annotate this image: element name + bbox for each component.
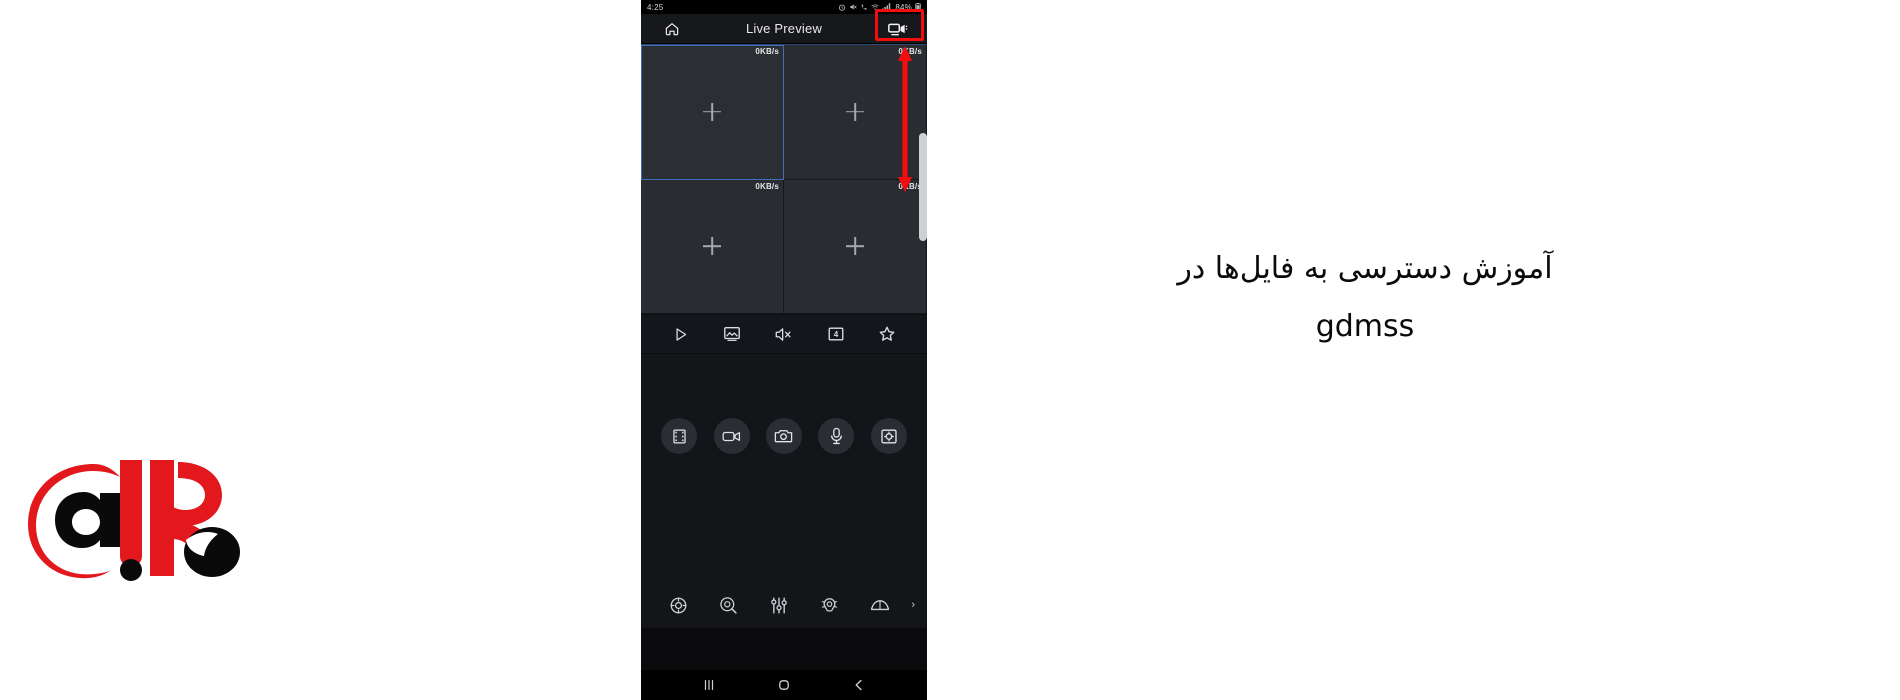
signal-icon xyxy=(882,3,891,11)
adjust-button[interactable] xyxy=(754,590,804,620)
back-button[interactable] xyxy=(844,670,874,700)
wifi-icon xyxy=(871,4,879,10)
zoom-focus-icon xyxy=(720,596,737,614)
playback-button[interactable] xyxy=(661,418,698,454)
mute-button[interactable] xyxy=(767,317,801,351)
battery-percent-label: 84% xyxy=(895,2,912,12)
camera-snapshot-icon xyxy=(775,430,793,443)
play-icon xyxy=(676,327,687,341)
video-cell-grid: 0KB/s 0KB/s 0KB/s 0KB/s xyxy=(641,45,927,314)
alarm-icon xyxy=(839,4,846,11)
filmstrip-icon xyxy=(673,428,686,444)
phone-screenshot: 4:25 84% Live Preview 0KB/s 0KB/s 0KB/s … xyxy=(641,0,927,700)
favorite-button[interactable] xyxy=(870,317,904,351)
home-circle-icon xyxy=(779,680,789,690)
control-panel: › xyxy=(641,354,927,628)
ptz-button[interactable] xyxy=(653,590,703,620)
record-view-button[interactable] xyxy=(881,14,915,44)
status-bar: 4:25 84% xyxy=(641,0,927,14)
caption-block: آموزش دسترسی به فایل‌ها در gdmss xyxy=(980,240,1750,356)
caption-line-1: آموزش دسترسی به فایل‌ها در xyxy=(1177,251,1553,286)
video-cell[interactable]: 0KB/s xyxy=(784,179,927,314)
microphone-icon xyxy=(830,427,842,445)
sliders-icon xyxy=(771,596,787,614)
image-settings-button[interactable] xyxy=(870,418,907,454)
preview-toolbar: 4 xyxy=(641,314,927,354)
record-button[interactable] xyxy=(713,418,750,454)
image-settings-icon xyxy=(881,428,897,444)
status-icon-group: 84% xyxy=(838,2,921,12)
add-channel-icon[interactable] xyxy=(703,103,721,121)
play-button[interactable] xyxy=(664,317,698,351)
wiper-button[interactable] xyxy=(855,590,905,620)
split-count-label: 4 xyxy=(833,330,838,339)
add-channel-icon[interactable] xyxy=(846,103,864,121)
ptz-dial-icon xyxy=(670,597,687,613)
light-button[interactable] xyxy=(804,590,854,620)
camcorder-icon xyxy=(888,23,908,36)
snapshot-button[interactable] xyxy=(765,418,802,454)
bitrate-label: 0KB/s xyxy=(755,181,779,191)
video-record-icon xyxy=(722,431,741,441)
wiper-icon xyxy=(870,599,889,610)
live-preview-grid: 0KB/s 0KB/s 0KB/s 0KB/s xyxy=(641,44,927,314)
caption-line-2: gdmss xyxy=(1315,309,1415,344)
talk-button[interactable] xyxy=(818,418,855,454)
call-icon xyxy=(861,4,868,10)
home-button[interactable] xyxy=(655,14,689,44)
add-channel-icon[interactable] xyxy=(703,237,721,255)
add-channel-icon[interactable] xyxy=(846,237,864,255)
page-title: Live Preview xyxy=(745,21,823,36)
app-title-bar: Live Preview xyxy=(641,14,927,44)
mute-icon xyxy=(850,4,857,10)
video-cell[interactable]: 0KB/s xyxy=(641,45,784,180)
favorite-star-icon xyxy=(879,326,895,341)
video-cell[interactable]: 0KB/s xyxy=(784,45,927,180)
video-cell[interactable]: 0KB/s xyxy=(641,179,784,314)
split-screen-button[interactable]: 4 xyxy=(819,317,853,351)
bitrate-label: 0KB/s xyxy=(898,47,922,56)
home-icon xyxy=(665,23,679,36)
spotlight-icon xyxy=(821,597,838,612)
recent-apps-icon xyxy=(704,680,713,690)
aip-logo xyxy=(28,460,240,581)
more-features-chevron-icon[interactable]: › xyxy=(905,599,915,611)
circle-button-row xyxy=(641,418,927,454)
feature-row: › xyxy=(641,590,927,620)
mute-speaker-icon xyxy=(776,327,791,341)
snapshot-gallery-icon xyxy=(724,327,741,341)
snapshot-gallery-button[interactable] xyxy=(715,317,749,351)
bitrate-label: 0KB/s xyxy=(755,47,779,56)
zoom-focus-button[interactable] xyxy=(703,590,753,620)
android-nav-bar xyxy=(641,670,927,700)
home-button[interactable] xyxy=(769,670,799,700)
back-icon xyxy=(855,679,862,691)
split-four-icon: 4 xyxy=(828,327,844,341)
recent-apps-button[interactable] xyxy=(694,670,724,700)
grid-scrollbar[interactable] xyxy=(919,133,927,241)
status-clock: 4:25 xyxy=(647,2,664,12)
battery-icon xyxy=(915,2,921,12)
